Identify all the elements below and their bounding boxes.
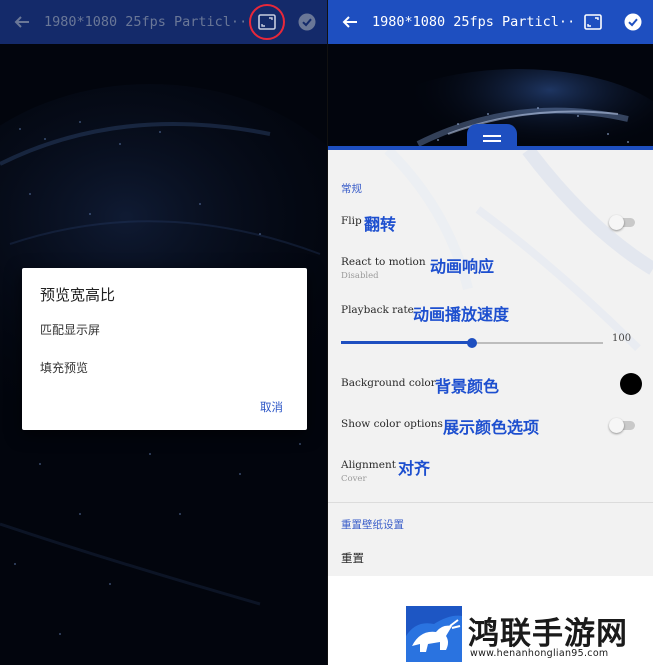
left-phone-screen: 1980*1080 25fps Particl··· 预览宽高比 匹配显示屏 填… bbox=[0, 0, 327, 665]
back-arrow-icon bbox=[14, 16, 29, 28]
option-match-display[interactable]: 匹配显示屏 bbox=[40, 321, 100, 338]
left-toolbar: 1980*1080 25fps Particl··· bbox=[0, 0, 327, 44]
right-toolbar: 1980*1080 25fps Particl··· bbox=[328, 0, 653, 44]
reset-button[interactable]: 重置 bbox=[341, 550, 364, 566]
apply-button[interactable] bbox=[613, 0, 653, 44]
aspect-ratio-dialog: 预览宽高比 匹配显示屏 填充预览 取消 bbox=[22, 268, 307, 430]
show-color-options-toggle[interactable] bbox=[609, 418, 635, 433]
section-divider bbox=[328, 502, 653, 503]
alignment-value: Cover bbox=[341, 474, 367, 484]
slider-thumb[interactable] bbox=[467, 338, 477, 348]
option-fill-preview[interactable]: 填充预览 bbox=[40, 359, 88, 376]
show-color-options-annotation: 展示颜色选项 bbox=[443, 418, 540, 437]
watermark-url: www.henanhonglian95.com bbox=[470, 648, 609, 659]
aspect-ratio-button[interactable] bbox=[247, 0, 287, 44]
react-to-motion-annotation: 动画响应 bbox=[430, 257, 495, 276]
highlight-circle bbox=[249, 4, 285, 40]
cancel-button[interactable]: 取消 bbox=[260, 399, 283, 415]
back-button[interactable] bbox=[328, 0, 372, 44]
watermark: 鸿联手游网 www.henanhonglian95.com bbox=[406, 606, 646, 662]
playback-rate-slider[interactable] bbox=[341, 337, 603, 349]
section-general-header: 常规 bbox=[341, 183, 362, 195]
aspect-ratio-icon bbox=[584, 14, 602, 30]
wallpaper-title: 1980*1080 25fps Particl··· bbox=[44, 14, 247, 30]
menu-icon bbox=[483, 135, 501, 142]
back-arrow-icon bbox=[342, 16, 357, 28]
apply-button[interactable] bbox=[287, 0, 327, 44]
toggle-knob bbox=[609, 418, 624, 433]
toggle-knob bbox=[609, 215, 624, 230]
check-circle-icon bbox=[298, 13, 316, 31]
alignment-label: Alignment bbox=[341, 459, 396, 471]
bottom-blank-area: 鸿联手游网 www.henanhonglian95.com bbox=[328, 576, 653, 665]
flip-toggle[interactable] bbox=[609, 215, 635, 230]
right-phone-screen: 1980*1080 25fps Particl··· 常规 Flip 翻转 Re… bbox=[328, 0, 653, 665]
react-to-motion-label: React to motion bbox=[341, 256, 426, 268]
flip-label: Flip bbox=[341, 215, 362, 227]
react-to-motion-status: Disabled bbox=[341, 271, 379, 281]
background-color-swatch[interactable] bbox=[620, 373, 642, 395]
wallpaper-title: 1980*1080 25fps Particl··· bbox=[372, 14, 573, 30]
slider-fill bbox=[341, 341, 472, 344]
playback-rate-label: Playback rate bbox=[341, 304, 414, 316]
playback-rate-annotation: 动画播放速度 bbox=[413, 305, 510, 324]
background-color-label: Background color bbox=[341, 377, 436, 389]
alignment-annotation: 对齐 bbox=[398, 459, 431, 478]
background-color-annotation: 背景颜色 bbox=[435, 377, 500, 396]
bull-logo-icon bbox=[406, 606, 462, 662]
playback-rate-value: 100 bbox=[612, 333, 632, 344]
dialog-title: 预览宽高比 bbox=[40, 286, 116, 304]
back-button[interactable] bbox=[0, 0, 44, 44]
watermark-brand: 鸿联手游网 bbox=[468, 616, 628, 652]
show-color-options-label: Show color options bbox=[341, 418, 443, 430]
flip-annotation: 翻转 bbox=[364, 215, 397, 234]
aspect-ratio-button[interactable] bbox=[573, 0, 613, 44]
settings-sheet: 常规 Flip 翻转 React to motion Disabled 动画响应… bbox=[328, 146, 653, 576]
check-circle-icon bbox=[624, 13, 642, 31]
section-reset-header: 重置壁纸设置 bbox=[341, 519, 404, 531]
